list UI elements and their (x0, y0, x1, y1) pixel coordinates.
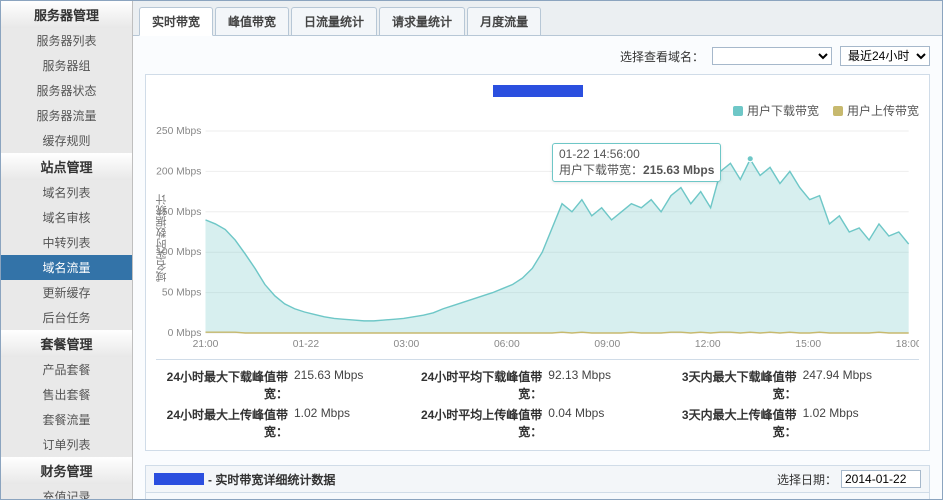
chart-tooltip: 01-22 14:56:00 用户下载带宽：215.63 Mbps (552, 143, 721, 182)
sidebar-item[interactable]: 域名流量 (1, 255, 132, 280)
sidebar-item[interactable]: 后台任务 (1, 305, 132, 330)
stat-item: 24小时最大上传峰值带宽：1.02 Mbps (156, 404, 410, 442)
date-label: 选择日期： (777, 471, 837, 488)
chart-title (156, 85, 919, 100)
stat-item: 3天内最大上传峰值带宽：1.02 Mbps (665, 404, 919, 442)
sidebar-item[interactable]: 服务器状态 (1, 78, 132, 103)
tab[interactable]: 月度流量 (467, 7, 541, 35)
tab[interactable]: 日流量统计 (291, 7, 377, 35)
stat-item: 24小时最大下载峰值带宽：215.63 Mbps (156, 366, 410, 404)
svg-text:03:00: 03:00 (394, 339, 420, 350)
stat-item: 24小时平均下载峰值带宽：92.13 Mbps (410, 366, 664, 404)
domain-select-label: 选择查看域名： (620, 48, 704, 65)
legend-download: 用户下载带宽 (733, 102, 819, 119)
chart-stats: 24小时最大下载峰值带宽：215.63 Mbps24小时平均下载峰值带宽：92.… (156, 359, 919, 442)
sidebar-item[interactable]: 充值记录 (1, 484, 132, 499)
sidebar-item[interactable]: 域名审核 (1, 205, 132, 230)
sidebar-item[interactable]: 售出套餐 (1, 382, 132, 407)
sidebar-item[interactable]: 服务器组 (1, 53, 132, 78)
bandwidth-chart[interactable]: 域名实时数据统计 0 Mbps50 Mbps100 Mbps150 Mbps20… (156, 123, 919, 353)
detail-header: - 实时带宽详细统计数据 选择日期： (146, 466, 929, 493)
sidebar-group-title: 服务器管理 (1, 1, 132, 28)
y-axis-label: 域名实时数据统计 (154, 194, 170, 282)
sidebar: 服务器管理服务器列表服务器组服务器状态服务器流量缓存规则站点管理域名列表域名审核… (1, 1, 133, 499)
legend-upload: 用户上传带宽 (833, 102, 919, 119)
svg-text:09:00: 09:00 (594, 339, 620, 350)
svg-text:21:00: 21:00 (193, 339, 219, 350)
svg-text:50 Mbps: 50 Mbps (162, 288, 201, 299)
detail-title: - 实时带宽详细统计数据 (208, 471, 335, 488)
date-input[interactable] (841, 470, 921, 488)
stat-item: 3天内最大下载峰值带宽：247.94 Mbps (665, 366, 919, 404)
svg-text:15:00: 15:00 (795, 339, 821, 350)
table-header: 用户上传带宽 (715, 493, 822, 499)
sidebar-item[interactable]: 产品套餐 (1, 357, 132, 382)
main-panel: 实时带宽峰值带宽日流量统计请求量统计月度流量 选择查看域名： 最近24小时 用户… (133, 1, 942, 499)
tab-bar: 实时带宽峰值带宽日流量统计请求量统计月度流量 (133, 1, 942, 36)
tab[interactable]: 峰值带宽 (215, 7, 289, 35)
svg-text:18:00: 18:00 (896, 339, 919, 350)
table-header: 用户下载带宽 (608, 493, 715, 499)
table-header: 每间隔请求量 (822, 493, 929, 499)
sidebar-group-title: 财务管理 (1, 457, 132, 484)
detail-table: 时间每间隔用户下载数据每间隔用户上传数据用户下载带宽用户上传带宽每间隔请求量 2… (146, 493, 929, 499)
sidebar-group-title: 套餐管理 (1, 330, 132, 357)
table-header: 每间隔用户下载数据 (303, 493, 456, 499)
sidebar-item[interactable]: 服务器列表 (1, 28, 132, 53)
svg-text:200 Mbps: 200 Mbps (156, 167, 201, 178)
svg-text:06:00: 06:00 (494, 339, 520, 350)
sidebar-item[interactable]: 服务器流量 (1, 103, 132, 128)
range-select[interactable]: 最近24小时 (840, 46, 930, 66)
sidebar-item[interactable]: 套餐流量 (1, 407, 132, 432)
sidebar-item[interactable]: 缓存规则 (1, 128, 132, 153)
svg-text:250 Mbps: 250 Mbps (156, 126, 201, 137)
sidebar-item[interactable]: 中转列表 (1, 230, 132, 255)
chart-container: 用户下载带宽 用户上传带宽 域名实时数据统计 0 Mbps50 Mbps100 … (145, 74, 930, 451)
chart-filter-row: 选择查看域名： 最近24小时 (145, 46, 930, 66)
domain-select[interactable] (712, 47, 832, 65)
table-header: 时间 (146, 493, 303, 499)
svg-text:12:00: 12:00 (695, 339, 721, 350)
panel-content: 选择查看域名： 最近24小时 用户下载带宽 用户上传带宽 域名实时数据统计 0 … (133, 36, 942, 499)
table-header: 每间隔用户上传数据 (456, 493, 609, 499)
svg-text:01-22: 01-22 (293, 339, 320, 350)
chart-legend: 用户下载带宽 用户上传带宽 (156, 102, 919, 119)
sidebar-group-title: 站点管理 (1, 153, 132, 180)
detail-table-box: - 实时带宽详细统计数据 选择日期： 时间每间隔用户下载数据每间隔用户上传数据用… (145, 465, 930, 499)
svg-text:0 Mbps: 0 Mbps (168, 328, 202, 339)
sidebar-item[interactable]: 域名列表 (1, 180, 132, 205)
sidebar-item[interactable]: 更新缓存 (1, 280, 132, 305)
detail-domain (154, 473, 204, 485)
tab[interactable]: 实时带宽 (139, 7, 213, 36)
stat-item: 24小时平均上传峰值带宽：0.04 Mbps (410, 404, 664, 442)
tab[interactable]: 请求量统计 (379, 7, 465, 35)
sidebar-item[interactable]: 订单列表 (1, 432, 132, 457)
